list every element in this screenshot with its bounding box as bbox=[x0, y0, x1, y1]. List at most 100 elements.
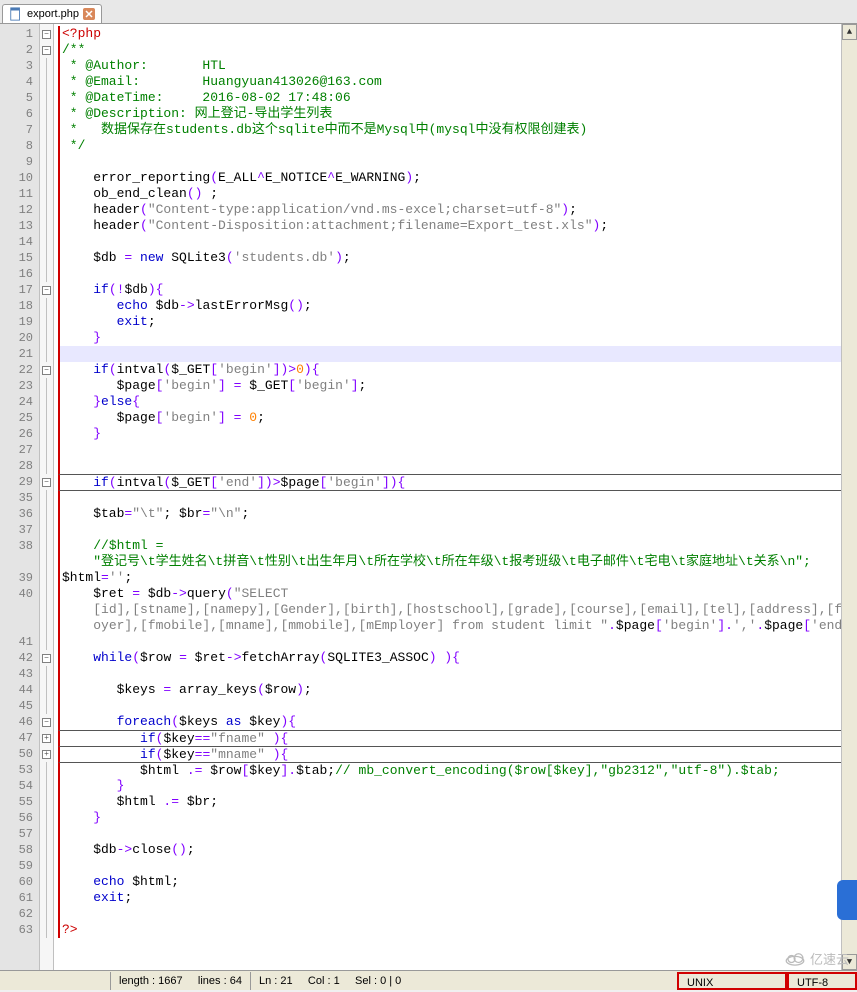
fold-minus-icon[interactable]: − bbox=[42, 478, 51, 487]
code-line[interactable]: } bbox=[58, 810, 857, 826]
code-line[interactable] bbox=[58, 458, 857, 474]
line-number: 55 bbox=[0, 794, 39, 810]
code-line[interactable]: }else{ bbox=[58, 394, 857, 410]
fold-cell: − bbox=[40, 282, 53, 298]
code-line[interactable]: if($key=="fname" ){ bbox=[58, 730, 857, 746]
fold-minus-icon[interactable]: − bbox=[42, 366, 51, 375]
code-line[interactable]: if(intval($_GET['end'])>$page['begin']){ bbox=[58, 474, 857, 490]
code-line[interactable]: header("Content-Disposition:attachment;f… bbox=[58, 218, 857, 234]
code-line[interactable]: echo $html; bbox=[58, 874, 857, 890]
code-line[interactable]: if(intval($_GET['begin'])>0){ bbox=[58, 362, 857, 378]
code-line[interactable] bbox=[58, 346, 857, 362]
line-number: 11 bbox=[0, 186, 39, 202]
fold-minus-icon[interactable]: − bbox=[42, 718, 51, 727]
code-line[interactable]: * 数据保存在students.db这个sqlite中而不是Mysql中(mys… bbox=[58, 122, 857, 138]
fold-cell bbox=[40, 250, 53, 266]
code-line[interactable]: $html=''; bbox=[58, 570, 857, 586]
code-line[interactable]: $html .= $row[$key].$tab;// mb_convert_e… bbox=[58, 762, 857, 778]
code-line[interactable] bbox=[58, 906, 857, 922]
code-line[interactable]: echo $db->lastErrorMsg(); bbox=[58, 298, 857, 314]
file-tab[interactable]: export.php bbox=[2, 4, 102, 23]
fold-cell bbox=[40, 618, 53, 634]
fold-cell bbox=[40, 922, 53, 938]
line-number: 62 bbox=[0, 906, 39, 922]
fold-cell bbox=[40, 202, 53, 218]
line-number: 63 bbox=[0, 922, 39, 938]
code-line[interactable]: oyer],[fmobile],[mname],[mmobile],[mEmpl… bbox=[58, 618, 857, 634]
code-line[interactable]: //$html = bbox=[58, 538, 857, 554]
code-line[interactable]: * @Email: Huangyuan413026@163.com bbox=[58, 74, 857, 90]
fold-cell bbox=[40, 74, 53, 90]
line-number: 53 bbox=[0, 762, 39, 778]
code-line[interactable] bbox=[58, 698, 857, 714]
line-number: 39 bbox=[0, 570, 39, 586]
code-line[interactable] bbox=[58, 634, 857, 650]
code-line[interactable] bbox=[58, 490, 857, 506]
fold-minus-icon[interactable]: − bbox=[42, 46, 51, 55]
code-line[interactable] bbox=[58, 826, 857, 842]
code-line[interactable] bbox=[58, 442, 857, 458]
code-line[interactable]: */ bbox=[58, 138, 857, 154]
code-line[interactable]: $db = new SQLite3('students.db'); bbox=[58, 250, 857, 266]
code-content[interactable]: <?php/** * @Author: HTL * @Email: Huangy… bbox=[54, 24, 857, 970]
code-line[interactable]: $tab="\t"; $br="\n"; bbox=[58, 506, 857, 522]
code-line[interactable]: $page['begin'] = 0; bbox=[58, 410, 857, 426]
fold-minus-icon[interactable]: − bbox=[42, 30, 51, 39]
code-line[interactable]: * @DateTime: 2016-08-02 17:48:06 bbox=[58, 90, 857, 106]
code-line[interactable]: <?php bbox=[58, 26, 857, 42]
code-line[interactable]: $keys = array_keys($row); bbox=[58, 682, 857, 698]
code-line[interactable]: [id],[stname],[namepy],[Gender],[birth],… bbox=[58, 602, 857, 618]
status-encoding[interactable]: UTF-8 bbox=[787, 972, 857, 990]
fold-cell bbox=[40, 842, 53, 858]
code-line[interactable]: exit; bbox=[58, 890, 857, 906]
code-line[interactable]: } bbox=[58, 426, 857, 442]
code-line[interactable]: if($key=="mname" ){ bbox=[58, 746, 857, 762]
code-line[interactable] bbox=[58, 858, 857, 874]
scroll-up-button[interactable]: ▲ bbox=[842, 24, 857, 40]
fold-cell bbox=[40, 810, 53, 826]
code-line[interactable]: while($row = $ret->fetchArray(SQLITE3_AS… bbox=[58, 650, 857, 666]
code-line[interactable]: ?> bbox=[58, 922, 857, 938]
status-eol[interactable]: UNIX bbox=[677, 972, 787, 990]
line-number: 18 bbox=[0, 298, 39, 314]
code-line[interactable]: $ret = $db->query("SELECT bbox=[58, 586, 857, 602]
code-line[interactable]: "登记号\t学生姓名\t拼音\t性别\t出生年月\t所在学校\t所在年级\t报考… bbox=[58, 554, 857, 570]
line-number: 27 bbox=[0, 442, 39, 458]
fold-minus-icon[interactable]: − bbox=[42, 286, 51, 295]
line-number: 23 bbox=[0, 378, 39, 394]
fold-plus-icon[interactable]: + bbox=[42, 734, 51, 743]
code-line[interactable]: $db->close(); bbox=[58, 842, 857, 858]
fold-cell bbox=[40, 122, 53, 138]
line-number: 26 bbox=[0, 426, 39, 442]
code-line[interactable]: header("Content-type:application/vnd.ms-… bbox=[58, 202, 857, 218]
code-line[interactable] bbox=[58, 234, 857, 250]
code-line[interactable]: error_reporting(E_ALL^E_NOTICE^E_WARNING… bbox=[58, 170, 857, 186]
code-line[interactable] bbox=[58, 522, 857, 538]
code-line[interactable]: } bbox=[58, 778, 857, 794]
fold-plus-icon[interactable]: + bbox=[42, 750, 51, 759]
code-line[interactable] bbox=[58, 666, 857, 682]
code-line[interactable]: /** bbox=[58, 42, 857, 58]
code-line[interactable] bbox=[58, 266, 857, 282]
editor-area[interactable]: 1234567891011121314151617181920212223242… bbox=[0, 24, 857, 970]
code-line[interactable]: exit; bbox=[58, 314, 857, 330]
line-number: 7 bbox=[0, 122, 39, 138]
code-line[interactable]: } bbox=[58, 330, 857, 346]
code-line[interactable]: * @Description: 网上登记-导出学生列表 bbox=[58, 106, 857, 122]
file-icon bbox=[9, 7, 23, 21]
code-line[interactable]: $html .= $br; bbox=[58, 794, 857, 810]
line-number: 40 bbox=[0, 586, 39, 602]
side-widget-icon[interactable] bbox=[837, 880, 857, 920]
fold-minus-icon[interactable]: − bbox=[42, 654, 51, 663]
code-line[interactable]: ob_end_clean() ; bbox=[58, 186, 857, 202]
tab-filename: export.php bbox=[27, 8, 79, 20]
fold-cell bbox=[40, 106, 53, 122]
vertical-scrollbar[interactable]: ▲ ▼ bbox=[841, 24, 857, 970]
code-line[interactable] bbox=[58, 154, 857, 170]
line-number: 20 bbox=[0, 330, 39, 346]
close-icon[interactable] bbox=[83, 8, 95, 20]
code-line[interactable]: if(!$db){ bbox=[58, 282, 857, 298]
code-line[interactable]: $page['begin'] = $_GET['begin']; bbox=[58, 378, 857, 394]
code-line[interactable]: foreach($keys as $key){ bbox=[58, 714, 857, 730]
code-line[interactable]: * @Author: HTL bbox=[58, 58, 857, 74]
